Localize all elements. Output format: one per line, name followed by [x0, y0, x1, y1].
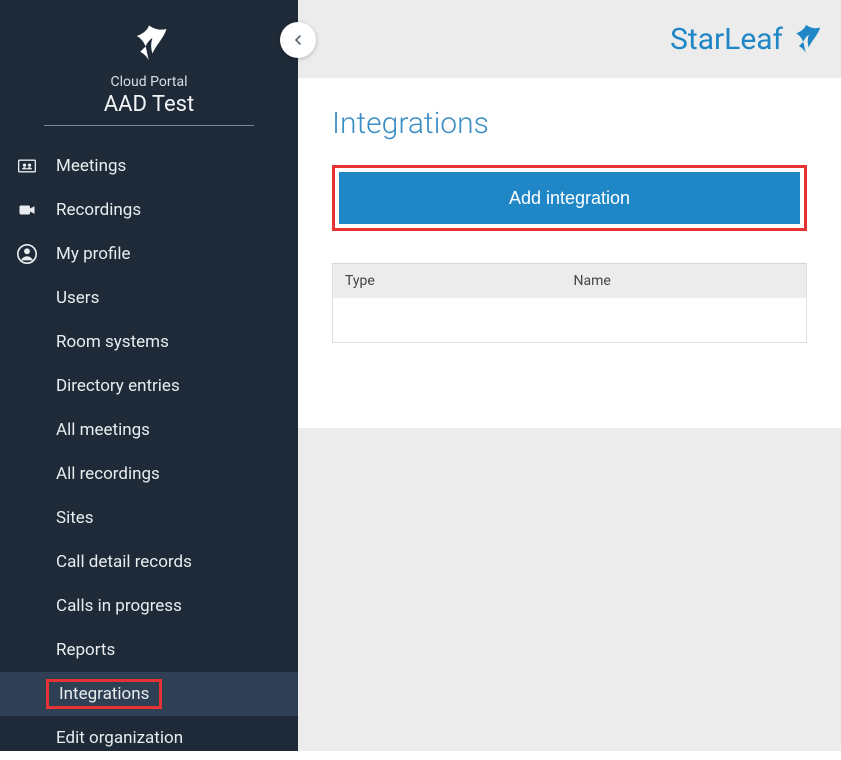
sidebar-item-all-meetings[interactable]: All meetings: [0, 408, 298, 452]
sidebar-item-label: All recordings: [56, 464, 160, 484]
sidebar-header: Cloud Portal AAD Test: [0, 0, 298, 126]
sidebar-item-label: All meetings: [56, 420, 150, 440]
highlight-box: Add integration: [332, 165, 807, 231]
sidebar-item-label: Room systems: [56, 332, 169, 352]
sidebar: Cloud Portal AAD Test Meetings: [0, 0, 298, 751]
brand-logo: StarLeaf: [670, 22, 823, 57]
brand-name: StarLeaf: [670, 22, 783, 57]
starleaf-leaf-icon: [789, 22, 823, 56]
integrations-table: Type Name: [332, 263, 807, 343]
sidebar-nav: Meetings Recordings My profile: [0, 144, 298, 760]
content-card: Integrations Add integration Type Name: [298, 78, 841, 428]
recording-icon: [14, 197, 40, 223]
sidebar-item-my-profile[interactable]: My profile: [0, 232, 298, 276]
sidebar-item-label: Recordings: [56, 200, 141, 220]
sidebar-item-label: My profile: [56, 244, 131, 264]
sidebar-item-room-systems[interactable]: Room systems: [0, 320, 298, 364]
meetings-icon: [14, 153, 40, 179]
sidebar-item-sites[interactable]: Sites: [0, 496, 298, 540]
sidebar-item-label: Directory entries: [56, 376, 180, 396]
add-integration-button[interactable]: Add integration: [339, 172, 800, 224]
page-title: Integrations: [332, 106, 807, 141]
sidebar-item-reports[interactable]: Reports: [0, 628, 298, 672]
column-header-name[interactable]: Name: [570, 273, 807, 289]
sidebar-collapse-button[interactable]: [280, 22, 316, 58]
sidebar-item-label: Meetings: [56, 156, 126, 176]
starleaf-leaf-icon: [128, 22, 170, 64]
sidebar-item-all-recordings[interactable]: All recordings: [0, 452, 298, 496]
sidebar-item-label: Integrations: [59, 684, 149, 704]
sidebar-item-label: Users: [56, 288, 99, 308]
sidebar-item-label: Sites: [56, 508, 94, 528]
sidebar-item-meetings[interactable]: Meetings: [0, 144, 298, 188]
sidebar-item-edit-organization[interactable]: Edit organization: [0, 716, 298, 760]
sidebar-item-call-detail-records[interactable]: Call detail records: [0, 540, 298, 584]
sidebar-item-label: Reports: [56, 640, 115, 660]
table-header-row: Type Name: [333, 264, 806, 298]
org-name: AAD Test: [44, 92, 254, 126]
profile-icon: [14, 241, 40, 267]
sidebar-item-calls-in-progress[interactable]: Calls in progress: [0, 584, 298, 628]
sidebar-item-integrations[interactable]: Integrations: [0, 672, 298, 716]
portal-label: Cloud Portal: [111, 74, 188, 90]
sidebar-item-users[interactable]: Users: [0, 276, 298, 320]
column-header-type[interactable]: Type: [333, 273, 570, 289]
chevron-left-icon: [290, 32, 306, 48]
sidebar-item-label: Calls in progress: [56, 596, 182, 616]
highlight-box: Integrations: [46, 679, 162, 709]
top-bar: StarLeaf: [298, 0, 841, 78]
sidebar-item-recordings[interactable]: Recordings: [0, 188, 298, 232]
sidebar-item-directory-entries[interactable]: Directory entries: [0, 364, 298, 408]
main-area: StarLeaf Integrations Add integration Ty…: [298, 0, 841, 751]
table-body-empty: [333, 298, 806, 342]
sidebar-item-label: Call detail records: [56, 552, 192, 572]
sidebar-item-label: Edit organization: [56, 728, 183, 748]
